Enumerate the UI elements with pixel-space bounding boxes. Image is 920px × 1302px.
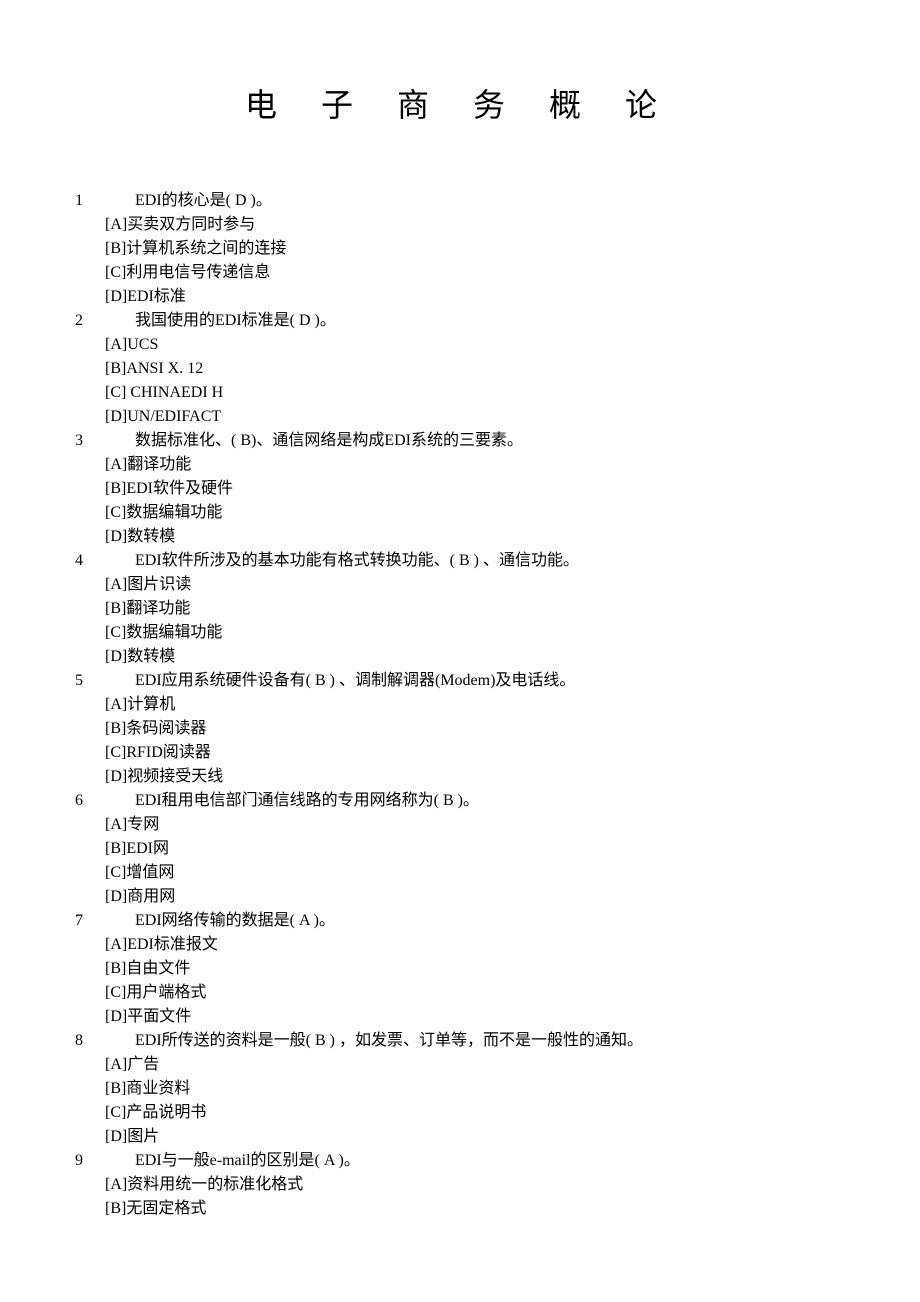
- question-item: 6EDI租用电信部门通信线路的专用网络称为( B )。[A]专网[B]EDI网[…: [75, 789, 845, 909]
- question-number: 9: [75, 1149, 135, 1173]
- question-item: 7EDI网络传输的数据是( A )。[A]EDI标准报文[B]自由文件[C]用户…: [75, 909, 845, 1029]
- answer-option: [C]用户端格式: [75, 981, 845, 1005]
- answer-option: [B]无固定格式: [75, 1197, 845, 1221]
- question-item: 3数据标准化、( B)、通信网络是构成EDI系统的三要素。[A]翻译功能[B]E…: [75, 429, 845, 549]
- answer-option: [A]专网: [75, 813, 845, 837]
- answer-option: [C]数据编辑功能: [75, 501, 845, 525]
- answer-option: [A]图片识读: [75, 573, 845, 597]
- question-number: 4: [75, 549, 135, 573]
- answer-option: [D]EDI标准: [75, 285, 845, 309]
- question-text: 我国使用的EDI标准是( D )。: [135, 309, 336, 333]
- answer-option: [C]产品说明书: [75, 1101, 845, 1125]
- answer-option: [B]商业资料: [75, 1077, 845, 1101]
- answer-option: [B]自由文件: [75, 957, 845, 981]
- answer-option: [A]翻译功能: [75, 453, 845, 477]
- question-header: 1EDI的核心是( D )。: [75, 189, 845, 213]
- answer-option: [D]视频接受天线: [75, 765, 845, 789]
- questions-list: 1EDI的核心是( D )。[A]买卖双方同时参与[B]计算机系统之间的连接[C…: [75, 189, 845, 1221]
- answer-option: [A]计算机: [75, 693, 845, 717]
- question-number: 5: [75, 669, 135, 693]
- question-item: 2我国使用的EDI标准是( D )。[A]UCS[B]ANSI X. 12[C]…: [75, 309, 845, 429]
- answer-option: [D]数转模: [75, 525, 845, 549]
- question-header: 8EDI所传送的资料是一般( B ) ，如发票、订单等，而不是一般性的通知。: [75, 1029, 845, 1053]
- question-item: 4EDI软件所涉及的基本功能有格式转换功能、( B ) 、通信功能。[A]图片识…: [75, 549, 845, 669]
- question-text: EDI软件所涉及的基本功能有格式转换功能、( B ) 、通信功能。: [135, 549, 579, 573]
- answer-option: [D]商用网: [75, 885, 845, 909]
- question-text: EDI租用电信部门通信线路的专用网络称为( B )。: [135, 789, 479, 813]
- answer-option: [B]翻译功能: [75, 597, 845, 621]
- question-number: 6: [75, 789, 135, 813]
- answer-option: [B]EDI软件及硬件: [75, 477, 845, 501]
- answer-option: [C]RFID阅读器: [75, 741, 845, 765]
- question-header: 4EDI软件所涉及的基本功能有格式转换功能、( B ) 、通信功能。: [75, 549, 845, 573]
- answer-option: [B]计算机系统之间的连接: [75, 237, 845, 261]
- question-number: 1: [75, 189, 135, 213]
- question-text: 数据标准化、( B)、通信网络是构成EDI系统的三要素。: [135, 429, 523, 453]
- question-number: 2: [75, 309, 135, 333]
- question-number: 8: [75, 1029, 135, 1053]
- question-header: 7EDI网络传输的数据是( A )。: [75, 909, 845, 933]
- question-header: 2我国使用的EDI标准是( D )。: [75, 309, 845, 333]
- answer-option: [C]利用电信号传递信息: [75, 261, 845, 285]
- page-title: 电 子 商 务 概 论: [75, 81, 845, 129]
- answer-option: [C]增值网: [75, 861, 845, 885]
- answer-option: [B]ANSI X. 12: [75, 357, 845, 381]
- question-text: EDI应用系统硬件设备有( B ) 、调制解调器(Modem)及电话线。: [135, 669, 575, 693]
- question-item: 8EDI所传送的资料是一般( B ) ，如发票、订单等，而不是一般性的通知。[A…: [75, 1029, 845, 1149]
- question-text: EDI所传送的资料是一般( B ) ，如发票、订单等，而不是一般性的通知。: [135, 1029, 643, 1053]
- question-item: 5EDI应用系统硬件设备有( B ) 、调制解调器(Modem)及电话线。[A]…: [75, 669, 845, 789]
- question-number: 3: [75, 429, 135, 453]
- answer-option: [A]买卖双方同时参与: [75, 213, 845, 237]
- question-text: EDI的核心是( D )。: [135, 189, 272, 213]
- question-number: 7: [75, 909, 135, 933]
- question-text: EDI与一般e-mail的区别是( A )。: [135, 1149, 360, 1173]
- question-header: 3数据标准化、( B)、通信网络是构成EDI系统的三要素。: [75, 429, 845, 453]
- question-item: 9EDI与一般e-mail的区别是( A )。[A]资料用统一的标准化格式[B]…: [75, 1149, 845, 1221]
- answer-option: [C] CHINAEDI H: [75, 381, 845, 405]
- question-text: EDI网络传输的数据是( A )。: [135, 909, 335, 933]
- answer-option: [A]资料用统一的标准化格式: [75, 1173, 845, 1197]
- question-header: 6EDI租用电信部门通信线路的专用网络称为( B )。: [75, 789, 845, 813]
- answer-option: [D]数转模: [75, 645, 845, 669]
- answer-option: [D]UN/EDIFACT: [75, 405, 845, 429]
- question-header: 5EDI应用系统硬件设备有( B ) 、调制解调器(Modem)及电话线。: [75, 669, 845, 693]
- answer-option: [D]图片: [75, 1125, 845, 1149]
- answer-option: [B]条码阅读器: [75, 717, 845, 741]
- answer-option: [C]数据编辑功能: [75, 621, 845, 645]
- answer-option: [B]EDI网: [75, 837, 845, 861]
- answer-option: [A]广告: [75, 1053, 845, 1077]
- question-header: 9EDI与一般e-mail的区别是( A )。: [75, 1149, 845, 1173]
- answer-option: [D]平面文件: [75, 1005, 845, 1029]
- answer-option: [A]EDI标准报文: [75, 933, 845, 957]
- answer-option: [A]UCS: [75, 333, 845, 357]
- question-item: 1EDI的核心是( D )。[A]买卖双方同时参与[B]计算机系统之间的连接[C…: [75, 189, 845, 309]
